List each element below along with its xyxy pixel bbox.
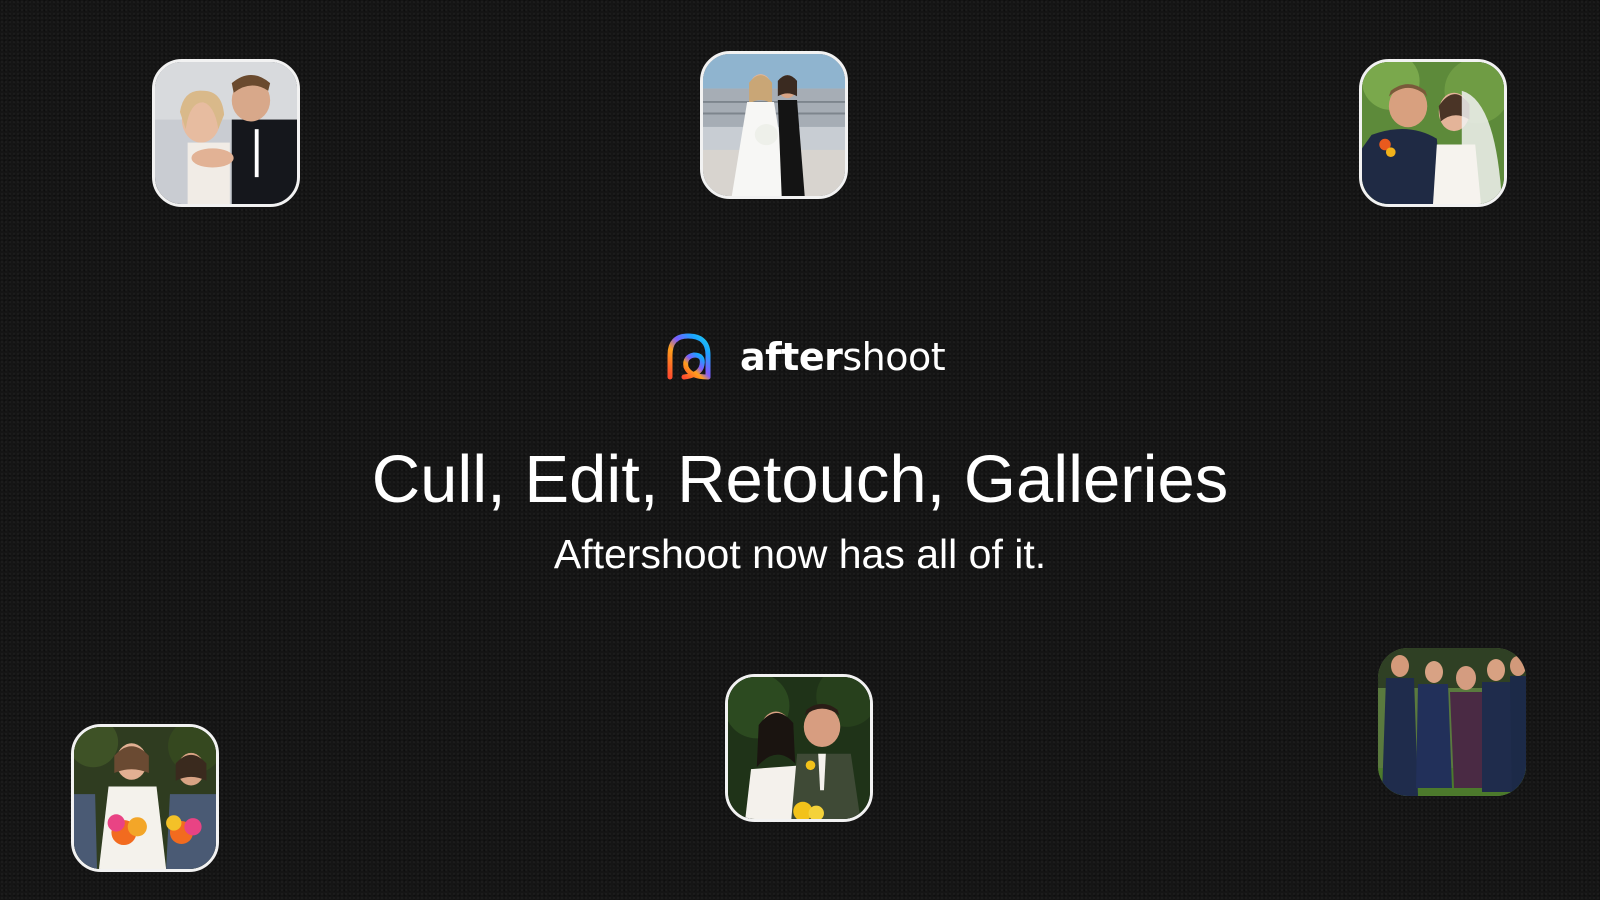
couple-kissing-photo: [152, 59, 300, 207]
subheadline: Aftershoot now has all of it.: [553, 531, 1047, 577]
bride-and-groom-portrait-photo: [725, 674, 873, 822]
brand-name-regular: shoot: [842, 335, 946, 379]
bride-with-bridesmaid-photo: [700, 51, 848, 199]
brand-wordmark: aftershoot: [740, 335, 946, 379]
bride-and-groom-embrace-photo: [1359, 59, 1507, 207]
bride-with-bridesmaids-bouquets-photo: [71, 724, 219, 872]
brand-lockup: aftershoot: [664, 332, 946, 382]
headline: Cull, Edit, Retouch, Galleries: [371, 442, 1229, 517]
brand-name-bold: after: [740, 335, 843, 379]
groomsmen-group-photo: [1378, 648, 1526, 796]
promo-canvas: aftershoot Cull, Edit, Retouch, Gallerie…: [0, 0, 1600, 900]
aftershoot-logo-icon: [667, 333, 713, 380]
